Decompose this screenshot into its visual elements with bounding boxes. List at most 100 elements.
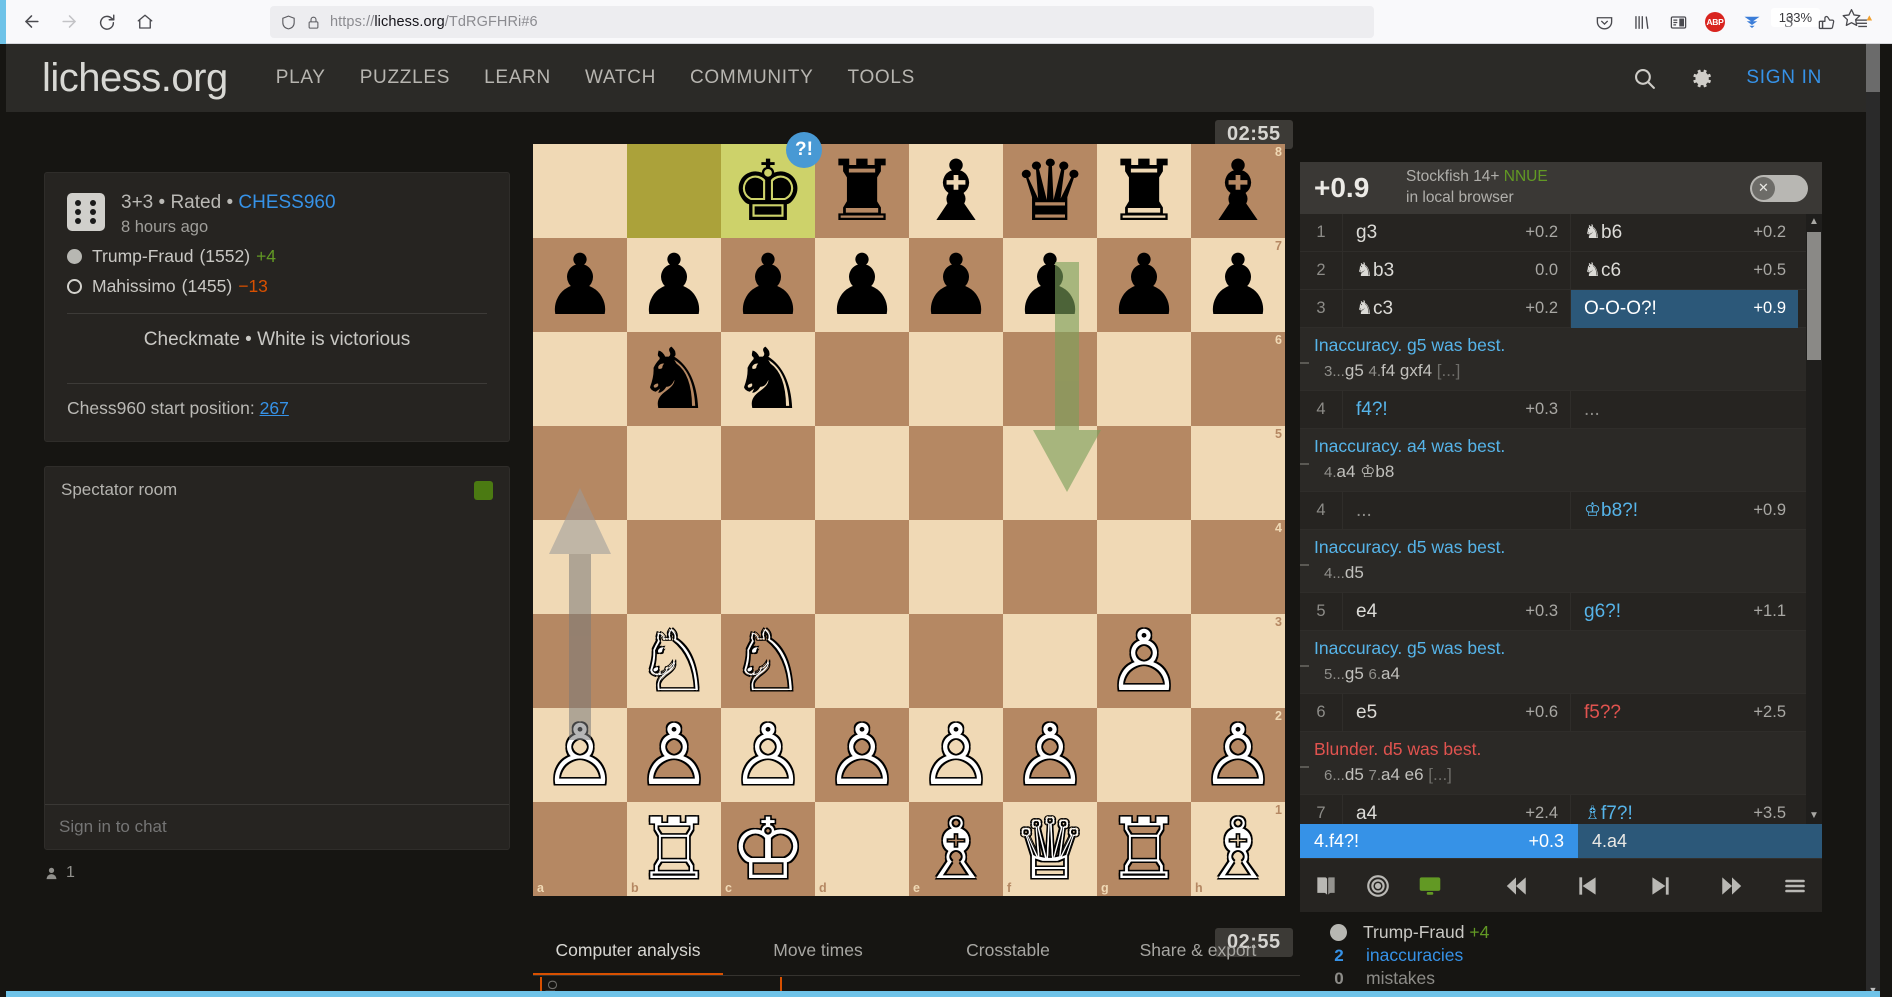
summary-mistakes-label[interactable]: mistakes [1366,968,1435,989]
piece-e7[interactable]: ♟ [909,238,1003,332]
white-move[interactable]: ♞b3 0.0 [1342,251,1570,290]
comment-variation-line[interactable]: 4...d5 [1314,563,1808,583]
square-b7[interactable]: ♟ [627,238,721,332]
nav-watch[interactable]: WATCH [585,67,656,89]
piece-e8[interactable]: ♝ [909,144,1003,238]
white-move[interactable]: g3 +0.2 [1342,214,1570,252]
page-scrollbar[interactable]: ▲ ▼ [1866,44,1880,997]
nav-learn[interactable]: LEARN [484,67,551,89]
piece-b3[interactable]: ♘ [627,614,721,708]
computer-icon[interactable] [1404,873,1456,899]
square-a5[interactable] [533,426,627,520]
square-f1[interactable]: f ♕ [1003,802,1097,896]
summary-inaccuracies-label[interactable]: inaccuracies [1366,945,1463,966]
nav-tools[interactable]: TOOLS [847,67,915,89]
square-g2[interactable] [1097,708,1191,802]
piece-b6[interactable]: ♞ [627,332,721,426]
piece-g3[interactable]: ♙ [1097,614,1191,708]
piece-h7[interactable]: ♟ [1191,238,1285,332]
comment-variation-line[interactable]: 3...g5 4.f4 gxf4 [...] [1314,361,1808,381]
piece-c6[interactable]: ♞ [721,332,815,426]
square-b3[interactable]: ♘ [627,614,721,708]
feedly-icon[interactable] [1739,9,1765,35]
scroll-down-arrow-icon[interactable]: ▼ [1806,808,1822,824]
pv-option-primary[interactable]: 4.f4?! +0.3 [1300,824,1578,858]
nav-puzzles[interactable]: PUZZLES [360,67,450,89]
piece-e2[interactable]: ♙ [909,708,1003,802]
square-d6[interactable] [815,332,909,426]
square-b6[interactable]: ♞ [627,332,721,426]
back-button[interactable] [14,5,48,39]
square-g1[interactable]: g ♖ [1097,802,1191,896]
chat-toggle-button[interactable] [474,480,493,500]
square-h1[interactable]: 1 h ♗ [1191,802,1285,896]
square-f4[interactable] [1003,520,1097,614]
move-list[interactable]: 1 g3 +0.2 ♞b6 +0.2 2 ♞b3 0.0 ♞c6 +0.5 3 ♞c3 +0.2 O-O-… [1300,214,1822,824]
square-c7[interactable]: ♟ [721,238,815,332]
piece-h2[interactable]: ♙ [1191,708,1285,802]
square-a3[interactable] [533,614,627,708]
move-list-scrollbar[interactable]: ▲ ▼ [1806,214,1822,824]
square-b2[interactable]: ♙ [627,708,721,802]
square-b1[interactable]: b ♖ [627,802,721,896]
square-f6[interactable] [1003,332,1097,426]
start-position-link[interactable]: 267 [260,398,289,418]
reader-view-icon[interactable] [1665,9,1691,35]
square-a7[interactable]: ♟ [533,238,627,332]
square-e1[interactable]: e ♗ [909,802,1003,896]
piece-g8[interactable]: ♜ [1097,144,1191,238]
notes-icon[interactable] [1850,9,1876,35]
tab-move-times[interactable]: Move times [723,928,913,975]
piece-c1[interactable]: ♔ [721,802,815,896]
black-move[interactable]: g6?! +1.1 [1570,592,1798,631]
piece-d8[interactable]: ♜ [815,144,909,238]
piece-a7[interactable]: ♟ [533,238,627,332]
square-h2[interactable]: 2 ♙ [1191,708,1285,802]
square-g5[interactable] [1097,426,1191,520]
square-f3[interactable] [1003,614,1097,708]
square-b5[interactable] [627,426,721,520]
square-c4[interactable] [721,520,815,614]
adblock-icon[interactable]: ABP [1702,9,1728,35]
black-move[interactable]: ♞c6 +0.5 [1570,251,1798,290]
piece-f7[interactable]: ♟ [1003,238,1097,332]
square-e8[interactable]: ♝ [909,144,1003,238]
piece-d7[interactable]: ♟ [815,238,909,332]
square-h4[interactable]: 4 [1191,520,1285,614]
piece-c3[interactable]: ♘ [721,614,815,708]
square-f5[interactable] [1003,426,1097,520]
s-extension-icon[interactable]: S [1776,9,1802,35]
white-move[interactable]: f4?! +0.3 [1342,390,1570,429]
chat-input[interactable] [59,817,495,837]
square-d5[interactable] [815,426,909,520]
square-f7[interactable]: ♟ [1003,238,1097,332]
variant-link[interactable]: CHESS960 [238,192,335,213]
shield-icon[interactable] [280,14,297,31]
piece-a2[interactable]: ♙ [533,708,627,802]
square-g3[interactable]: ♙ [1097,614,1191,708]
square-h5[interactable]: 5 [1191,426,1285,520]
square-e2[interactable]: ♙ [909,708,1003,802]
black-move[interactable]: ♞b6 +0.2 [1570,214,1798,252]
black-player-name[interactable]: Mahissimo [92,276,176,297]
menu-icon[interactable] [1768,874,1822,898]
next-move-icon[interactable] [1624,873,1696,899]
comment-variation-line[interactable]: 6...d5 7.a4 e6 [...] [1314,765,1808,785]
target-icon[interactable] [1352,873,1404,899]
square-c1[interactable]: c ♔ [721,802,815,896]
tab-computer-analysis[interactable]: Computer analysis [533,928,723,975]
black-move[interactable]: O-O-O?! +0.9 [1570,289,1798,328]
thumb-icon[interactable] [1813,9,1839,35]
gear-icon[interactable] [1689,66,1714,91]
square-d3[interactable] [815,614,909,708]
square-h3[interactable]: 3 [1191,614,1285,708]
piece-g1[interactable]: ♖ [1097,802,1191,896]
pv-option-alternative[interactable]: 4.a4 [1578,824,1822,858]
engine-toggle-switch[interactable]: ✕ [1750,174,1808,202]
tab-crosstable[interactable]: Crosstable [913,928,1103,975]
white-move[interactable]: e4 +0.3 [1342,592,1570,631]
piece-f1[interactable]: ♕ [1003,802,1097,896]
square-b8[interactable] [627,144,721,238]
black-move[interactable]: ... [1570,390,1798,429]
square-a1[interactable]: a [533,802,627,896]
